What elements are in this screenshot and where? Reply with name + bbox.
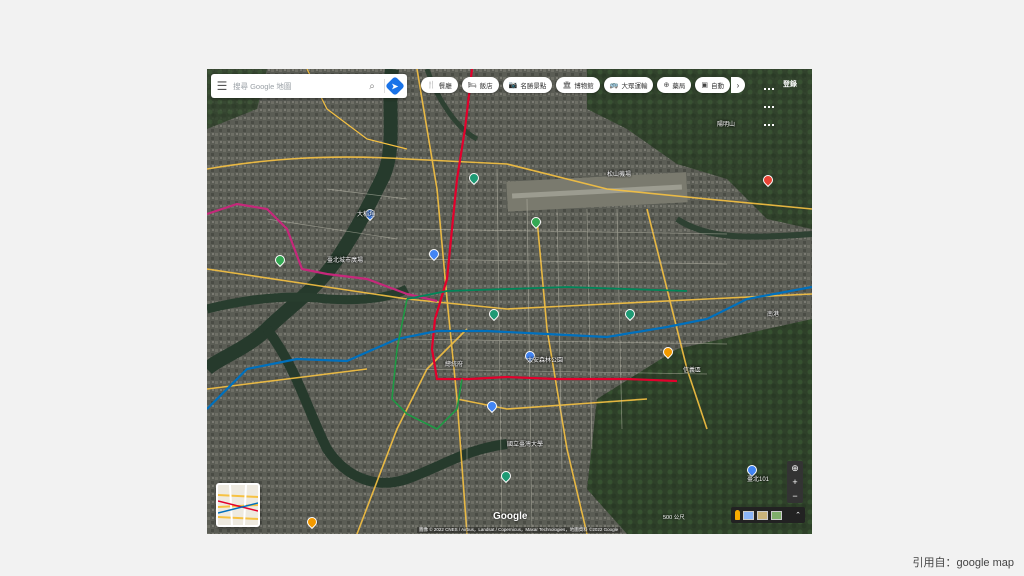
chevron-up-icon[interactable]: ⌃ — [795, 511, 801, 519]
fork-knife-icon: 🍴 — [427, 82, 436, 89]
place-label: 松山機場 — [607, 172, 632, 178]
camera-icon: 📷 — [508, 82, 518, 89]
hamburger-menu-icon[interactable]: ☰ — [211, 79, 233, 93]
search-icon[interactable]: ⌕ — [363, 81, 381, 92]
bed-icon: 🛏 — [467, 82, 477, 89]
category-chips: 🍴 餐廳 🛏 飯店 📷 名勝景點 🏛 博物館 🚌 大眾運輸 ⊕ 藥局 ▣ 自動 — [421, 77, 730, 93]
layers-toggle[interactable] — [216, 483, 260, 527]
place-label: 國立臺灣大學 — [507, 442, 544, 448]
search-box[interactable]: ☰ 搜尋 Google 地圖 ⌕ ➤ — [211, 74, 407, 98]
street-view-bar: ⌃ — [731, 507, 805, 523]
zoom-controls: ⊕ + − — [787, 461, 803, 503]
place-label: 大稻埕 — [357, 212, 376, 218]
imagery-tile[interactable] — [757, 510, 768, 520]
imagery-tile[interactable] — [771, 510, 782, 520]
place-label: 大安森林公園 — [527, 358, 564, 364]
chip-museums[interactable]: 🏛 博物館 — [556, 77, 600, 93]
place-label: 臺北101 — [747, 477, 770, 483]
atm-icon: ▣ — [701, 82, 708, 89]
chip-attractions[interactable]: 📷 名勝景點 — [502, 77, 553, 93]
search-input[interactable]: 搜尋 Google 地圖 — [233, 81, 363, 92]
chip-transit[interactable]: 🚌 大眾運輸 — [603, 77, 654, 93]
chip-restaurants[interactable]: 🍴 餐廳 — [421, 77, 458, 93]
map-attribution: 圖像 © 2022 CNES / Airbus，Landsat / Copern… — [417, 527, 621, 533]
directions-icon[interactable]: ➤ — [385, 76, 405, 96]
place-label: 臺北城市廣場 — [327, 258, 364, 264]
citation-note: 引用自：google map — [912, 557, 1015, 569]
map-layer-thumbnail — [218, 485, 258, 525]
scale-label: 500 公尺 — [663, 515, 685, 521]
login-button[interactable]: 登錄 — [783, 79, 797, 89]
place-label: 總統府 — [445, 362, 464, 368]
zoom-out-button[interactable]: − — [787, 489, 803, 503]
chip-hotels[interactable]: 🛏 飯店 — [461, 77, 499, 93]
imagery-tile[interactable] — [743, 510, 754, 520]
museum-icon: 🏛 — [562, 82, 572, 89]
chip-pharmacy[interactable]: ⊕ 藥局 — [657, 77, 692, 93]
pegman-icon[interactable] — [735, 510, 740, 520]
google-logo: Google — [493, 511, 528, 522]
place-label: 南港 — [767, 312, 780, 318]
apps-grid-icon[interactable] — [763, 78, 775, 126]
satellite-map[interactable]: 臺北城市廣場 總統府 臺北101 松山機場 大安森林公園 國立臺灣大學 陽明山 … — [207, 69, 812, 534]
place-label: 信義區 — [683, 368, 702, 374]
divider — [384, 79, 385, 93]
satellite-imagery — [207, 69, 812, 534]
place-label: 陽明山 — [717, 122, 736, 128]
zoom-in-button[interactable]: + — [787, 475, 803, 489]
compass-icon[interactable]: ⊕ — [787, 461, 803, 475]
bus-icon: 🚌 — [609, 82, 619, 89]
chip-atm[interactable]: ▣ 自動 — [695, 77, 730, 93]
pharmacy-icon: ⊕ — [663, 82, 670, 89]
